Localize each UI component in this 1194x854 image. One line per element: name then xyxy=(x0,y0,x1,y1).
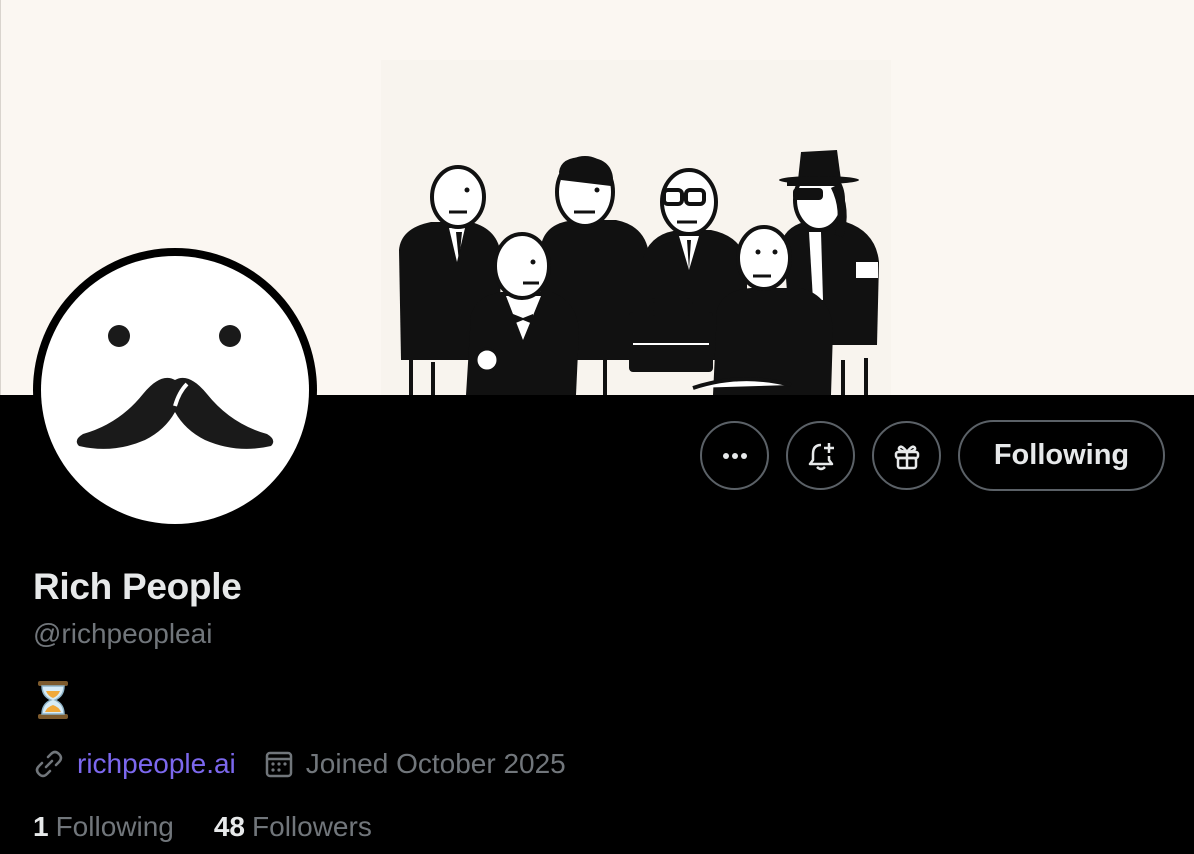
link-icon xyxy=(35,750,63,778)
more-options-button[interactable] xyxy=(700,421,769,490)
gift-icon xyxy=(894,444,919,469)
followers-count: 48 xyxy=(213,811,246,842)
notifications-button[interactable] xyxy=(786,421,855,490)
calendar-icon xyxy=(265,751,293,778)
followers-label: Followers xyxy=(252,811,372,842)
mustache-face-logo xyxy=(76,325,274,449)
website-link[interactable]: richpeople.ai xyxy=(77,748,236,780)
following-button[interactable]: Following xyxy=(958,420,1165,491)
profile-handle: @richpeopleai xyxy=(33,618,213,649)
profile-avatar[interactable] xyxy=(33,248,317,532)
bell-plus-icon xyxy=(808,442,834,470)
profile-page: Following Rich People @richpeopleai rich… xyxy=(0,0,1194,854)
joined-date: Joined October 2025 xyxy=(305,748,566,779)
profile-stats: 1 Following 48 Followers xyxy=(33,808,412,846)
hourglass-icon xyxy=(38,681,68,719)
profile-name: Rich People xyxy=(33,566,242,607)
following-label: Following xyxy=(55,811,174,842)
following-count: 1 xyxy=(33,811,49,842)
following-stat-link[interactable]: 1 Following xyxy=(33,811,174,843)
avatar-image xyxy=(41,256,309,524)
profile-actions: Following xyxy=(700,420,1165,491)
followers-stat-link[interactable]: 48 Followers xyxy=(214,811,372,843)
gift-button[interactable] xyxy=(872,421,941,490)
more-horizontal-icon xyxy=(722,452,747,459)
profile-meta: richpeople.ai Joined October 2025 xyxy=(33,745,566,783)
